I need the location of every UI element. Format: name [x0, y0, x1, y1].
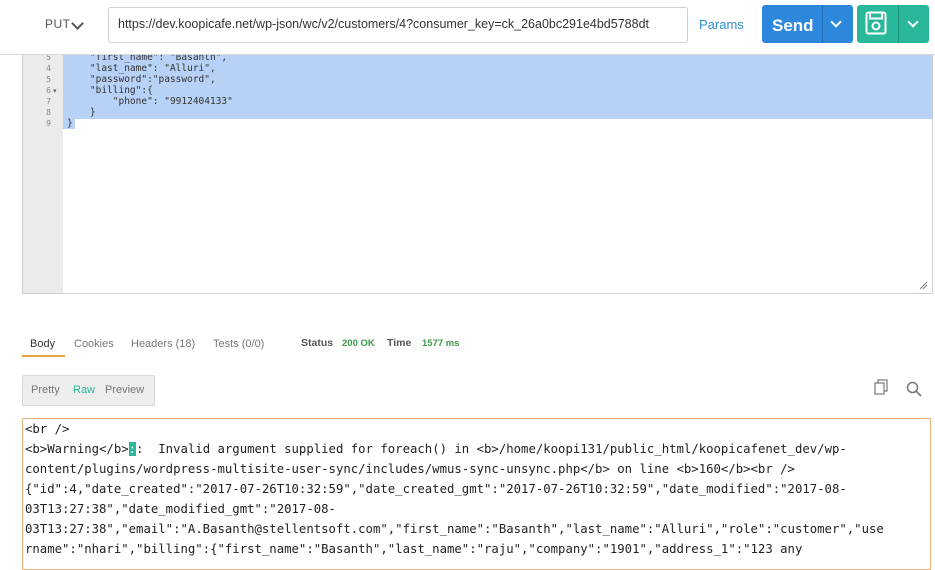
- status-value: 200 OK: [342, 338, 375, 349]
- method-label: PUT: [45, 17, 71, 31]
- response-line: 03T13:27:38","date_modified_gmt":"2017-0…: [25, 502, 336, 516]
- response-line: {"id":4,"date_created":"2017-07-26T10:32…: [25, 482, 847, 496]
- url-text[interactable]: https://dev.koopicafe.net/wp-json/wc/v2/…: [118, 17, 680, 31]
- response-text: <b>Warning</b>: [25, 442, 129, 456]
- search-icon[interactable]: [906, 381, 922, 397]
- tab-headers[interactable]: Headers (18): [131, 338, 195, 350]
- response-line: rname":"nhari","billing":{"first_name":"…: [25, 542, 803, 556]
- save-icon[interactable]: [865, 11, 887, 35]
- code-line: "first_name": "Basanth",: [67, 55, 228, 63]
- params-button[interactable]: Params: [699, 17, 744, 32]
- response-line: content/plugins/wordpress-multisite-user…: [25, 462, 795, 476]
- code-line: "last_name": "Alluri",: [67, 63, 216, 74]
- save-divider: [898, 5, 899, 43]
- response-line: 03T13:27:38","email":"A.Basanth@stellent…: [25, 522, 884, 536]
- time-label: Time: [387, 337, 412, 349]
- code-line: "billing":{: [67, 85, 153, 96]
- fold-arrow-icon[interactable]: ▾: [53, 87, 57, 95]
- response-text: : Invalid argument supplied for foreach(…: [136, 442, 847, 456]
- code-line: "password":"password",: [67, 74, 216, 85]
- response-line: <b>Warning</b>:: Invalid argument suppli…: [25, 442, 847, 456]
- send-divider: [822, 5, 823, 43]
- line-number: 6: [46, 86, 51, 95]
- active-tab-underline: [22, 355, 65, 357]
- line-number: 8: [46, 108, 51, 117]
- method-dropdown[interactable]: PUT: [45, 17, 84, 31]
- line-number: 9: [46, 119, 51, 128]
- line-gutter: 5 4 5 6 ▾ 7 8 9: [23, 55, 63, 293]
- line-number: 5: [46, 75, 51, 84]
- format-raw-button[interactable]: Raw: [73, 384, 95, 396]
- resize-handle-icon[interactable]: [919, 281, 927, 289]
- code-line: "phone": "9912404133": [67, 96, 233, 107]
- response-body[interactable]: <br /> <b>Warning</b>:: Invalid argument…: [22, 418, 931, 570]
- response-line: <br />: [25, 422, 70, 436]
- request-body-editor[interactable]: 5 4 5 6 ▾ 7 8 9 "first_name": "Basanth",…: [22, 55, 933, 294]
- time-value: 1577 ms: [422, 338, 460, 349]
- format-pretty-button[interactable]: Pretty: [31, 384, 60, 396]
- copy-icon[interactable]: [873, 379, 889, 395]
- send-label[interactable]: Send: [772, 16, 814, 36]
- line-number: 5: [46, 55, 51, 62]
- tab-cookies[interactable]: Cookies: [74, 338, 114, 350]
- chevron-down-icon: [71, 17, 84, 30]
- line-number: 7: [46, 97, 51, 106]
- code-line: }: [67, 107, 96, 118]
- request-bar: PUT https://dev.koopicafe.net/wp-json/wc…: [0, 0, 935, 55]
- tab-body[interactable]: Body: [30, 338, 55, 350]
- line-number: 4: [46, 64, 51, 73]
- format-preview-button[interactable]: Preview: [105, 384, 144, 396]
- status-label: Status: [301, 337, 334, 349]
- bracket-match-highlight: :: [128, 442, 137, 456]
- code-line: }: [67, 118, 73, 129]
- tab-tests[interactable]: Tests (0/0): [213, 338, 264, 350]
